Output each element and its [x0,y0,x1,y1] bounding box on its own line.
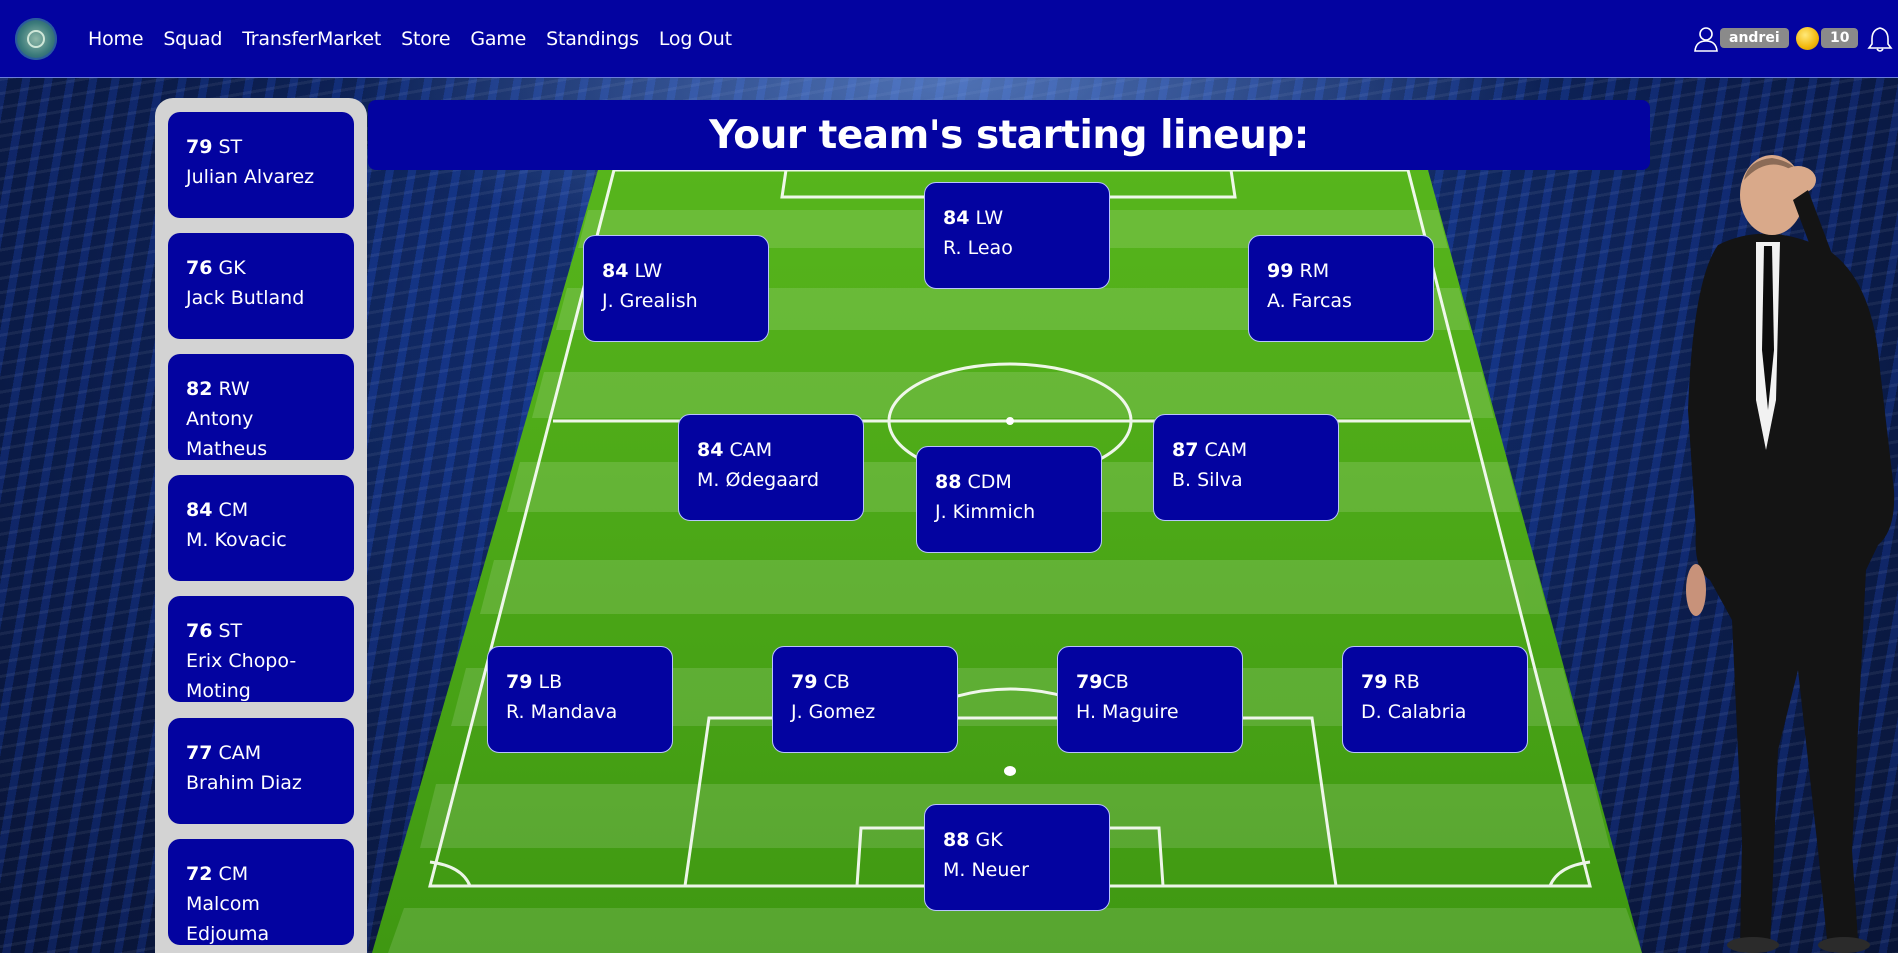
player-position: GK [975,829,1003,851]
sub-player-card[interactable]: 79 ST Julian Alvarez [168,112,354,218]
player-position: ST [218,136,243,158]
lineup-player-card[interactable]: 79 CB J. Gomez [772,646,958,753]
player-name: Brahim Diaz [186,772,302,794]
club-logo-icon[interactable] [15,18,57,60]
player-position: LW [975,207,1004,229]
player-rating: 77 [186,742,213,764]
coin-icon [1796,27,1819,50]
player-rating: 84 [943,207,970,229]
bell-icon[interactable] [1867,26,1893,52]
coin-count-badge: 10 [1821,28,1859,48]
player-position: CDM [967,471,1012,493]
navbar: Home Squad TransferMarket Store Game Sta… [0,0,1898,78]
player-name: M. Ødegaard [697,469,820,491]
player-position: RB [1393,671,1420,693]
player-name: M. Neuer [943,859,1029,881]
player-position: RM [1299,260,1330,282]
player-name: A. Farcas [1267,290,1352,312]
lineup-player-card[interactable]: 84 LW J. Grealish [583,235,769,342]
player-name: R. Mandava [506,701,618,723]
lineup-player-card[interactable]: 79 LB R. Mandava [487,646,673,753]
lineup-player-card[interactable]: 79 RB D. Calabria [1342,646,1528,753]
player-position: CAM [218,742,262,764]
player-name: Malcom Edjouma [186,893,270,945]
nav-store[interactable]: Store [401,28,450,50]
sub-player-card[interactable]: 82 RW Antony Matheus [168,354,354,460]
player-name: R. Leao [943,237,1013,259]
nav-log-out[interactable]: Log Out [659,28,732,50]
player-rating: 99 [1267,260,1294,282]
player-rating: 79 [506,671,533,693]
player-name: J. Kimmich [935,501,1036,523]
substitutes-sidebar: 79 ST Julian Alvarez 76 GK Jack Butland … [155,98,367,953]
lineup-player-card[interactable]: 87 CAM B. Silva [1153,414,1339,521]
player-rating: 84 [186,499,213,521]
lineup-player-card[interactable]: 99 RM A. Farcas [1248,235,1434,342]
player-position: LB [538,671,563,693]
player-rating: 82 [186,378,213,400]
sub-player-card[interactable]: 76 GK Jack Butland [168,233,354,339]
player-position: CB [823,671,850,693]
sub-player-card[interactable]: 84 CM M. Kovacic [168,475,354,581]
lineup-player-card[interactable]: 88 CDM J. Kimmich [916,446,1102,553]
nav-game[interactable]: Game [470,28,526,50]
player-position: CB [1102,671,1129,693]
player-rating: 84 [697,439,724,461]
player-position: CAM [1204,439,1248,461]
player-name: M. Kovacic [186,529,287,551]
player-name: Jack Butland [186,287,305,309]
player-position: CM [218,863,249,885]
player-rating: 72 [186,863,213,885]
nav-transfer-market[interactable]: TransferMarket [242,28,381,50]
player-position: CM [218,499,249,521]
player-name: J. Gomez [791,701,876,723]
player-rating: 76 [186,257,213,279]
player-rating: 79 [186,136,213,158]
player-rating: 76 [186,620,213,642]
nav-squad[interactable]: Squad [163,28,222,50]
lineup-title: Your team's starting lineup: [368,100,1650,170]
player-rating: 88 [935,471,962,493]
player-name: H. Maguire [1076,701,1179,723]
player-name: D. Calabria [1361,701,1467,723]
player-rating: 79 [1361,671,1388,693]
player-rating: 88 [943,829,970,851]
nav-home[interactable]: Home [88,28,144,50]
username-badge[interactable]: andrei [1720,28,1789,48]
nav-links: Home Squad TransferMarket Store Game Sta… [88,0,732,77]
player-position: ST [218,620,243,642]
player-name: B. Silva [1172,469,1243,491]
lineup-player-card[interactable]: 79CB H. Maguire [1057,646,1243,753]
player-position: LW [634,260,663,282]
player-rating: 84 [602,260,629,282]
player-rating: 87 [1172,439,1199,461]
player-position: RW [218,378,250,400]
player-rating: 79 [1076,671,1103,693]
lineup-player-card[interactable]: 84 LW R. Leao [924,182,1110,289]
sub-player-card[interactable]: 77 CAM Brahim Diaz [168,718,354,824]
player-name: Julian Alvarez [186,166,315,188]
player-position: GK [218,257,246,279]
lineup-player-card[interactable]: 84 CAM M. Ødegaard [678,414,864,521]
player-name: Erix Chopo-Moting [186,650,297,702]
user-icon[interactable] [1694,26,1718,52]
player-name: Antony Matheus [186,408,268,460]
nav-standings[interactable]: Standings [546,28,639,50]
lineup-player-card[interactable]: 88 GK M. Neuer [924,804,1110,911]
player-rating: 79 [791,671,818,693]
player-name: J. Grealish [602,290,698,312]
player-position: CAM [729,439,773,461]
sub-player-card[interactable]: 76 ST Erix Chopo-Moting [168,596,354,702]
sub-player-card[interactable]: 72 CM Malcom Edjouma [168,839,354,945]
coach-figure [1686,155,1895,953]
